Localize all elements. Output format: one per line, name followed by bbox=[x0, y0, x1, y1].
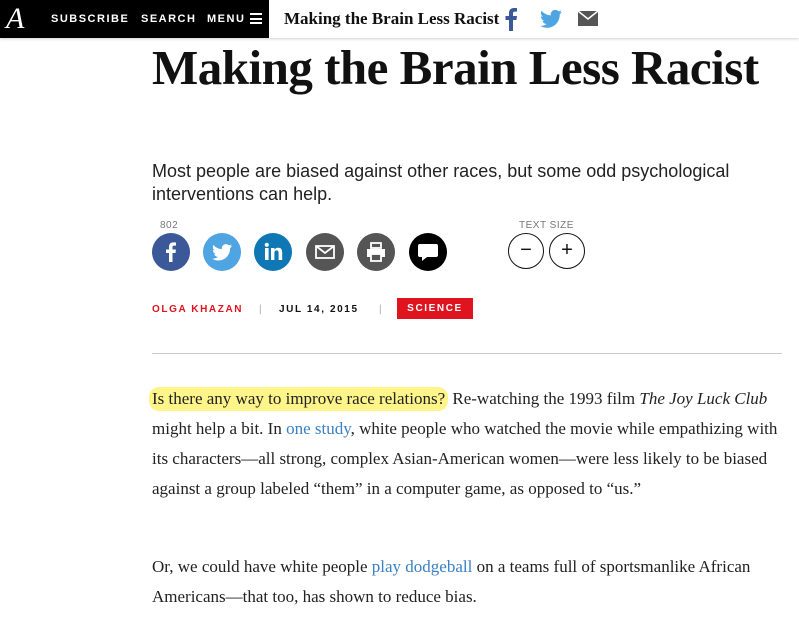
film-title: The Joy Luck Club bbox=[639, 389, 768, 408]
subscribe-link[interactable]: SUBSCRIBE bbox=[51, 13, 129, 25]
publish-date: JUL 14, 2015 bbox=[279, 304, 359, 315]
print-button[interactable] bbox=[357, 233, 395, 271]
paragraph-text: might help a bit. In bbox=[152, 419, 287, 438]
site-logo[interactable]: A bbox=[6, 2, 24, 36]
author-link[interactable]: OLGA KHAZAN bbox=[152, 304, 243, 315]
share-linkedin-button[interactable] bbox=[254, 233, 292, 271]
nav-article-title: Making the Brain Less Racist bbox=[284, 9, 500, 28]
body-paragraph: Or, we could have white people play dodg… bbox=[152, 552, 792, 612]
byline-separator: | bbox=[379, 304, 382, 315]
paragraph-text: Or, we could have white people bbox=[152, 557, 372, 576]
section-tag[interactable]: SCIENCE bbox=[397, 298, 473, 319]
comments-button[interactable] bbox=[409, 233, 447, 271]
share-email-button[interactable] bbox=[306, 233, 344, 271]
share-facebook-button[interactable] bbox=[152, 233, 190, 271]
paragraph-text: Re-watching the 1993 film bbox=[448, 389, 640, 408]
hamburger-menu-icon[interactable] bbox=[250, 13, 262, 24]
article-divider bbox=[152, 353, 782, 354]
article-headline: Making the Brain Less Racist bbox=[152, 40, 759, 95]
menu-link[interactable]: MENU bbox=[207, 13, 245, 25]
top-nav-bar: A SUBSCRIBE SEARCH MENU Making the Brain… bbox=[0, 0, 799, 38]
highlighted-text: Is there any way to improve race relatio… bbox=[149, 387, 449, 411]
text-size-label: TEXT SIZE bbox=[519, 220, 574, 231]
share-twitter-button[interactable] bbox=[203, 233, 241, 271]
share-count: 802 bbox=[160, 220, 179, 231]
body-paragraph: Is there any way to improve race relatio… bbox=[149, 384, 792, 504]
one-study-link[interactable]: one study bbox=[286, 419, 351, 438]
article-dek: Most people are biased against other rac… bbox=[152, 161, 730, 204]
decrease-text-size-button[interactable]: − bbox=[508, 233, 544, 269]
twitter-icon[interactable] bbox=[540, 9, 562, 29]
byline-separator: | bbox=[259, 304, 262, 315]
facebook-icon[interactable] bbox=[504, 7, 518, 31]
play-dodgeball-link[interactable]: play dodgeball bbox=[372, 557, 473, 576]
increase-text-size-button[interactable]: + bbox=[549, 233, 585, 269]
nav-black-block: A SUBSCRIBE SEARCH MENU bbox=[0, 0, 269, 38]
email-icon[interactable] bbox=[577, 10, 599, 26]
search-link[interactable]: SEARCH bbox=[141, 13, 196, 25]
